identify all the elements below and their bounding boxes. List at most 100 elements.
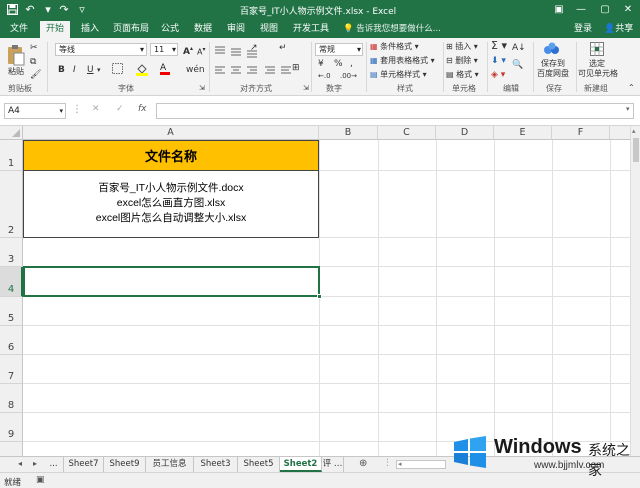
column-header-b[interactable]: B <box>319 126 378 140</box>
comma-icon[interactable]: , <box>350 58 353 70</box>
scroll-tabs-right-icon[interactable]: ▸ <box>33 459 37 468</box>
redo-icon[interactable]: ↷ <box>56 3 72 16</box>
customize-toolbar-icon[interactable]: ▿ <box>74 3 90 16</box>
format-painter-icon[interactable]: 🖌 <box>30 69 41 81</box>
borders-icon[interactable] <box>112 63 123 78</box>
table-format-button[interactable]: ▦ 套用表格格式 ▾ <box>370 55 435 66</box>
delete-cells-button[interactable]: ⊟ 删除 ▾ <box>446 55 478 66</box>
ribbon-display-icon[interactable]: ▣ <box>548 2 570 18</box>
copy-icon[interactable]: ⧉ <box>30 56 36 68</box>
more-options-icon[interactable]: ⋮ <box>72 104 82 115</box>
undo-dropdown-icon[interactable]: ▾ <box>40 3 56 16</box>
number-format-select[interactable]: 常规 ▾ <box>315 43 363 56</box>
paste-label[interactable]: 粘贴 <box>8 66 24 77</box>
split-icon[interactable]: ⋮ <box>383 458 392 468</box>
grow-font-button[interactable]: A▴ <box>183 43 193 58</box>
autosum-icon[interactable]: Σ ▾ <box>491 40 507 52</box>
fill-color-icon[interactable] <box>136 63 150 80</box>
column-header-a[interactable]: A <box>23 126 319 140</box>
collapse-ribbon-icon[interactable]: ⌃ <box>628 82 635 94</box>
horizontal-scrollbar[interactable]: ◂ <box>396 460 446 469</box>
scroll-tabs-left-icon[interactable]: ◂ <box>18 459 22 468</box>
tab-insert[interactable]: 插入 <box>75 21 105 38</box>
cell-style-button[interactable]: ▤ 单元格样式 ▾ <box>370 69 427 80</box>
tab-page-layout[interactable]: 页面布局 <box>107 21 155 38</box>
scroll-up-icon[interactable]: ▴ <box>632 127 636 135</box>
share-button[interactable]: 👤共享 <box>598 21 639 38</box>
tab-view[interactable]: 视图 <box>254 21 284 38</box>
cut-icon[interactable]: ✂ <box>30 42 38 54</box>
sheet-tab-employee-info[interactable]: 员工信息 <box>146 457 194 472</box>
login-link[interactable]: 登录 <box>568 21 598 38</box>
column-header-g[interactable] <box>610 126 630 140</box>
fill-handle[interactable] <box>317 294 322 299</box>
currency-icon[interactable]: ¥ <box>318 58 324 70</box>
formula-input[interactable] <box>156 103 634 119</box>
tab-file[interactable]: 文件 <box>4 21 34 38</box>
scroll-thumb[interactable] <box>633 138 639 162</box>
select-visible-label-2[interactable]: 可见单元格 <box>578 68 618 79</box>
column-header-f[interactable]: F <box>552 126 610 140</box>
increase-decimal-icon[interactable]: ←.0 <box>318 70 331 82</box>
row-header-4[interactable]: 4 <box>0 267 23 297</box>
find-select-icon[interactable]: 🔍 <box>512 59 523 71</box>
row-header-8[interactable]: 8 <box>0 384 23 413</box>
column-header-c[interactable]: C <box>378 126 436 140</box>
font-size-select[interactable]: 11 ▾ <box>150 43 178 56</box>
select-all-corner[interactable] <box>0 126 23 140</box>
baidu-cloud-icon[interactable] <box>543 42 561 59</box>
row-header-2[interactable]: 2 <box>0 171 23 238</box>
tab-home[interactable]: 开始 <box>40 21 71 38</box>
bold-button[interactable]: B <box>58 64 65 76</box>
close-button[interactable]: ✕ <box>617 2 639 18</box>
sheet-tab-sheet3[interactable]: Sheet3 <box>194 457 238 472</box>
save-to-cloud-label-2[interactable]: 百度网盘 <box>537 68 569 79</box>
orientation-icon[interactable]: ↗ <box>250 42 258 54</box>
format-cells-button[interactable]: ▤ 格式 ▾ <box>446 69 479 80</box>
row-header-1[interactable]: 1 <box>0 140 23 171</box>
undo-icon[interactable]: ↶ <box>22 3 38 16</box>
column-header-d[interactable]: D <box>436 126 494 140</box>
sheet-tab-sheet2[interactable]: Sheet2 <box>280 457 322 472</box>
wen-icon[interactable]: wén <box>186 64 205 76</box>
minimize-button[interactable]: — <box>570 2 592 18</box>
paste-icon[interactable] <box>6 44 26 66</box>
row-header-5[interactable]: 5 <box>0 297 23 326</box>
underline-button[interactable]: U <box>87 64 94 76</box>
select-visible-icon[interactable] <box>590 42 604 59</box>
column-header-e[interactable]: E <box>494 126 552 140</box>
tab-review[interactable]: 审阅 <box>221 21 251 38</box>
clear-icon[interactable]: ◈ ▾ <box>491 69 505 81</box>
wrap-text-icon[interactable]: ↵ <box>279 42 287 54</box>
chevron-down-icon[interactable]: ▾ <box>97 64 101 76</box>
sheet-tab-more-right[interactable]: 评 … <box>322 457 344 472</box>
fill-icon[interactable]: ⬇ ▾ <box>491 55 506 67</box>
row-header-7[interactable]: 7 <box>0 355 23 384</box>
sheet-tab-more[interactable]: ... <box>44 457 64 472</box>
sheet-tab-sheet5[interactable]: Sheet5 <box>238 457 280 472</box>
maximize-button[interactable]: ▢ <box>594 2 616 18</box>
vertical-scrollbar[interactable]: ▴ <box>630 126 640 456</box>
row-header-9[interactable]: 9 <box>0 413 23 442</box>
name-box[interactable]: A4 ▾ <box>4 103 66 119</box>
enter-icon[interactable]: ✓ <box>116 104 124 114</box>
sort-filter-icon[interactable]: A↓ <box>512 42 526 54</box>
merge-center-icon[interactable]: ⊞ <box>292 62 300 74</box>
font-name-select[interactable]: 等线 ▾ <box>55 43 147 56</box>
tab-developer[interactable]: 开发工具 <box>287 21 335 38</box>
italic-button[interactable]: I <box>73 64 76 76</box>
macro-record-icon[interactable]: ▣ <box>36 475 45 485</box>
dialog-launcher-icon[interactable]: ⇲ <box>303 82 309 94</box>
insert-cells-button[interactable]: ⊞ 插入 ▾ <box>446 41 478 52</box>
dialog-launcher-icon[interactable]: ⇲ <box>199 82 205 94</box>
shrink-font-button[interactable]: A▾ <box>197 44 206 59</box>
font-color-icon[interactable]: A <box>160 62 170 75</box>
sheet-tab-sheet7[interactable]: Sheet7 <box>64 457 104 472</box>
cell-a1[interactable]: 文件名称 <box>23 140 319 171</box>
tell-me-search[interactable]: 💡 告诉我您想要做什么... <box>343 21 441 38</box>
cell-a2[interactable]: 百家号_IT小人物示例文件.docx excel怎么画直方图.xlsx exce… <box>23 170 319 238</box>
percent-icon[interactable]: % <box>334 58 343 70</box>
conditional-format-button[interactable]: ▦ 条件格式 ▾ <box>370 41 419 52</box>
insert-function-icon[interactable]: fx <box>138 104 147 114</box>
tab-formulas[interactable]: 公式 <box>155 21 185 38</box>
